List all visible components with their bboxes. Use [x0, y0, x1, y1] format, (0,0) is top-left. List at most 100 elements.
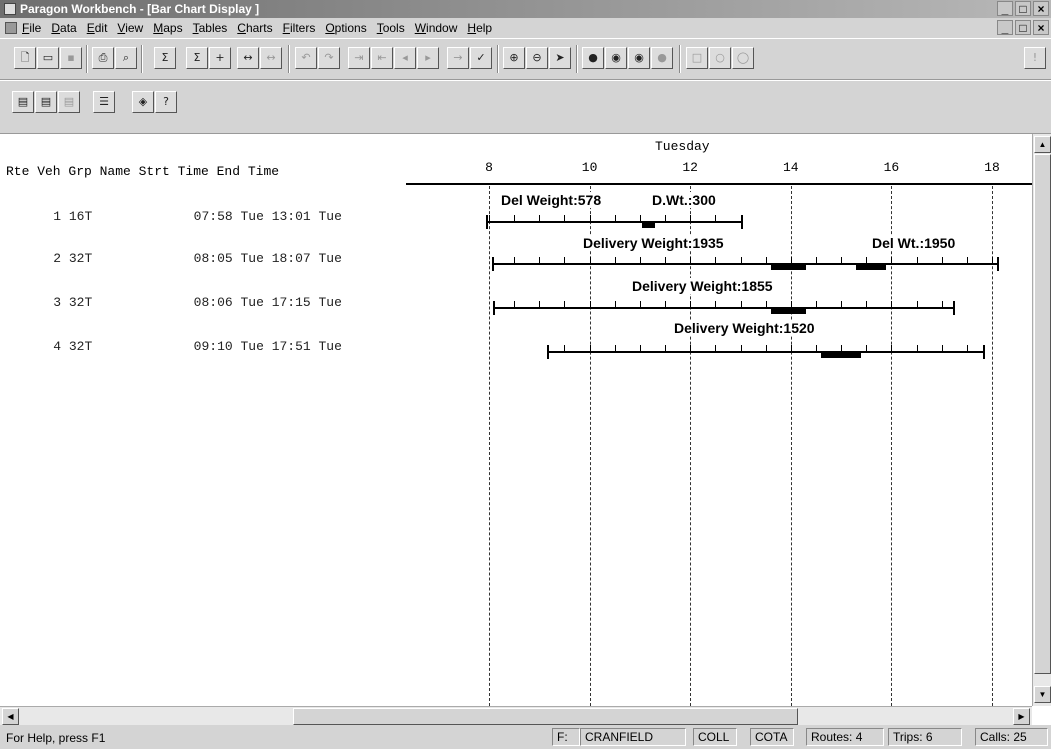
arrow-right-icon[interactable]: ▸	[417, 47, 439, 69]
menu-tools[interactable]: Tools	[377, 21, 405, 35]
scroll-right-icon[interactable]: ▶	[1013, 708, 1030, 725]
route-tick	[916, 257, 918, 263]
route-end-mark	[983, 345, 986, 359]
print-preview-icon[interactable]: ⌕	[115, 47, 137, 69]
route-tick	[841, 301, 843, 307]
route-tick	[489, 215, 490, 221]
menu-data[interactable]: Data	[51, 21, 76, 35]
route-tick	[891, 257, 893, 263]
context-help-icon[interactable]: ?	[155, 91, 177, 113]
route-bar[interactable]	[493, 263, 999, 265]
app-icon[interactable]	[4, 3, 16, 15]
menu-filters[interactable]: Filters	[283, 21, 316, 35]
check-icon[interactable]: ✓	[470, 47, 492, 69]
horizontal-scroll-thumb[interactable]	[293, 708, 798, 725]
menu-options[interactable]: Options	[325, 21, 366, 35]
redo-icon[interactable]: ↷	[318, 47, 340, 69]
undo-icon[interactable]: ↶	[295, 47, 317, 69]
table-row[interactable]: 2 32T 08:05 Tue 18:07 Tue	[22, 236, 342, 281]
maximize-button[interactable]: □	[1015, 1, 1031, 16]
scroll-down-icon[interactable]: ▼	[1034, 686, 1051, 703]
pointer-icon[interactable]: ➤	[549, 47, 571, 69]
join-icon[interactable]: ⇤	[371, 47, 393, 69]
move-disabled-icon[interactable]: ↔	[260, 47, 282, 69]
move-left-right-icon[interactable]: ↔	[237, 47, 259, 69]
new-file-icon[interactable]: 🗋	[14, 47, 36, 69]
vertical-scrollbar[interactable]: ▲ ▼	[1032, 134, 1051, 706]
map-pin-3-icon[interactable]: ◉	[628, 47, 650, 69]
menu-edit[interactable]: Edit	[87, 21, 108, 35]
arrow-left-icon[interactable]: ◂	[394, 47, 416, 69]
doc-minimize-button[interactable]: _	[997, 20, 1013, 35]
route-tick	[564, 301, 566, 307]
print-icon[interactable]: ⎙	[92, 47, 114, 69]
add-icon[interactable]: +	[209, 47, 231, 69]
main-toolbar: 🗋 ▭ ▪ ⎙ ⌕ Σ Σ + ↔ ↔ ↶ ↷ ⇥ ⇤ ◂ ▸ → ✓ ⊕ ⊖ …	[0, 38, 1051, 80]
edit-route-icon[interactable]: Σ	[154, 47, 176, 69]
zoom-in-icon[interactable]: ⊕	[503, 47, 525, 69]
day-label: Tuesday	[655, 139, 710, 154]
map-pin-2-icon[interactable]: ◉	[605, 47, 627, 69]
route-tick	[841, 257, 843, 263]
scroll-left-icon[interactable]: ◀	[2, 708, 19, 725]
x-tick-label: 14	[782, 160, 799, 175]
menu-maps[interactable]: Maps	[153, 21, 182, 35]
table-row[interactable]: 1 16T 07:58 Tue 13:01 Tue	[22, 194, 342, 239]
route-tick	[514, 257, 516, 263]
table-row[interactable]: 3 32T 08:06 Tue 17:15 Tue	[22, 280, 342, 325]
map-pin-1-icon[interactable]: ●	[582, 47, 604, 69]
x-tick-label: 10	[581, 160, 598, 175]
zoom-out-icon[interactable]: ⊖	[526, 47, 548, 69]
menu-charts[interactable]: Charts	[237, 21, 272, 35]
map-pin-4-icon[interactable]: ●	[651, 47, 673, 69]
table-view-1-icon[interactable]: ▤	[12, 91, 34, 113]
route-tick	[514, 215, 516, 221]
doc-restore-button[interactable]: □	[1015, 20, 1031, 35]
open-folder-icon[interactable]: ▭	[37, 47, 59, 69]
erase-icon[interactable]: ◈	[132, 91, 154, 113]
menu-file[interactable]: File	[22, 21, 41, 35]
select-rect-icon[interactable]: □	[686, 47, 708, 69]
edit-vehicle-icon[interactable]: Σ	[186, 47, 208, 69]
table-view-3-icon[interactable]: ▤	[58, 91, 80, 113]
vertical-scroll-thumb[interactable]	[1034, 154, 1051, 674]
menu-window[interactable]: Window	[415, 21, 458, 35]
route-start-mark	[493, 301, 496, 315]
route-tick	[941, 345, 943, 351]
route-tick	[790, 345, 792, 351]
delivery-block	[856, 264, 887, 270]
route-bar[interactable]	[487, 221, 742, 223]
select-ellipse-icon[interactable]: ○	[709, 47, 731, 69]
route-tick	[891, 301, 893, 307]
status-coll: COLL	[693, 728, 737, 746]
minimize-button[interactable]: _	[997, 1, 1013, 16]
menu-help[interactable]: Help	[467, 21, 492, 35]
grid-line	[489, 186, 490, 706]
document-icon[interactable]	[5, 22, 17, 34]
split-icon[interactable]: ⇥	[348, 47, 370, 69]
close-button[interactable]: ×	[1033, 1, 1049, 16]
menu-view[interactable]: View	[117, 21, 143, 35]
doc-close-button[interactable]: ×	[1033, 20, 1049, 35]
route-tick	[564, 257, 566, 263]
scroll-up-icon[interactable]: ▲	[1034, 136, 1051, 153]
status-trips: Trips: 6	[888, 728, 962, 746]
x-tick-label: 16	[883, 160, 900, 175]
save-icon[interactable]: ▪	[60, 47, 82, 69]
route-tick	[690, 215, 692, 221]
route-tick	[941, 301, 943, 307]
route-bar[interactable]	[494, 307, 955, 309]
table-row[interactable]: 4 32T 09:10 Tue 17:51 Tue	[22, 324, 342, 369]
time-axis	[406, 183, 1032, 185]
table-view-2-icon[interactable]: ▤	[35, 91, 57, 113]
extra-tool-icon[interactable]: !	[1024, 47, 1046, 69]
list-view-icon[interactable]: ☰	[93, 91, 115, 113]
insert-icon[interactable]: →	[447, 47, 469, 69]
route-bar[interactable]	[547, 351, 985, 353]
route-tick	[992, 257, 993, 263]
horizontal-scrollbar[interactable]: ◀ ▶	[0, 706, 1032, 725]
menu-tables[interactable]: Tables	[193, 21, 228, 35]
route-tick	[614, 215, 616, 221]
route-tick	[715, 215, 717, 221]
select-circle-icon[interactable]: ◯	[732, 47, 754, 69]
